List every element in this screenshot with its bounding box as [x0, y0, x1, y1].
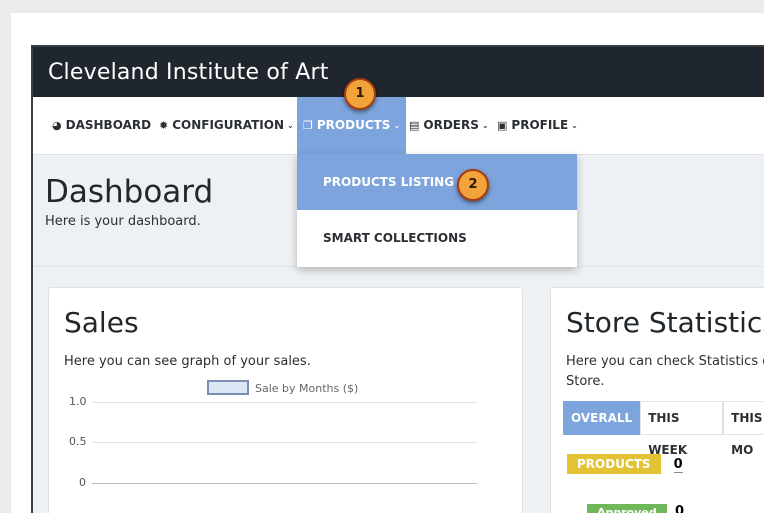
nav-profile[interactable]: ▣ PROFILE ⌄ — [497, 97, 578, 154]
chevron-down-icon: ⌄ — [481, 121, 489, 130]
gear-icon: ✹ — [159, 119, 169, 132]
products-stat: PRODUCTS 0 — [567, 453, 683, 474]
nav-profile-label: PROFILE — [511, 118, 569, 132]
nav-configuration-label: CONFIGURATION — [172, 118, 285, 132]
page-title: Dashboard — [45, 174, 214, 210]
id-card-icon: ▣ — [497, 119, 508, 132]
nav-products-label: PRODUCTS — [316, 118, 391, 132]
list-icon: ▤ — [409, 119, 420, 132]
nav-orders[interactable]: ▤ ORDERS ⌄ — [409, 97, 489, 154]
statistics-subtitle-line: Here you can check Statistics o — [566, 354, 764, 369]
box-icon: ❒ — [303, 119, 313, 132]
nav-dashboard-label: DASHBOARD — [65, 118, 152, 132]
approved-badge: Approved — [587, 504, 667, 513]
statistics-card: Store Statistics Here you can check Stat… — [550, 287, 764, 513]
y-tick-label: 1.0 — [69, 395, 87, 408]
legend-swatch — [207, 380, 249, 395]
chevron-down-icon: ⌄ — [393, 121, 401, 130]
menu-item-smart-collections[interactable]: SMART COLLECTIONS — [297, 210, 577, 266]
step-callout-1: 1 — [344, 78, 376, 110]
nav-dashboard[interactable]: ◕ DASHBOARD — [52, 97, 151, 154]
page-header: Dashboard Here is your dashboard. — [45, 174, 213, 229]
products-count[interactable]: 0 — [673, 457, 683, 473]
site-title: Cleveland Institute of Art — [48, 60, 329, 85]
main-nav: ◕ DASHBOARD ✹ CONFIGURATION ⌄ ❒ PRODUCTS ⌄ ▤ O… — [33, 97, 764, 155]
tab-this-week[interactable]: THIS WEEK — [640, 401, 724, 457]
nav-configuration[interactable]: ✹ CONFIGURATION ⌄ — [159, 97, 294, 154]
tab-this-month[interactable]: THIS MO — [723, 401, 764, 457]
statistics-tabs: OVERALL THIS WEEK THIS MO — [563, 401, 764, 457]
products-dropdown: PRODUCTS LISTING SMART COLLECTIONS — [297, 154, 577, 267]
products-badge: PRODUCTS — [567, 454, 661, 474]
chevron-down-icon: ⌄ — [571, 121, 578, 130]
statistics-subtitle: Here you can check Statistics o Store. — [566, 352, 764, 392]
topbar: Cleveland Institute of Art — [33, 47, 764, 97]
y-tick-label: 0 — [79, 476, 86, 489]
x-axis-line — [92, 483, 477, 484]
page-subtitle: Here is your dashboard. — [45, 214, 201, 229]
statistics-title: Store Statistics — [566, 306, 764, 339]
nav-orders-label: ORDERS — [423, 118, 479, 132]
chevron-down-icon: ⌄ — [287, 121, 294, 130]
sales-subtitle: Here you can see graph of your sales. — [64, 354, 311, 369]
dashboard-icon: ◕ — [52, 119, 62, 132]
gridline — [92, 402, 477, 403]
app-window: Cleveland Institute of Art ◕ DASHBOARD ✹ C… — [31, 45, 764, 513]
tab-overall[interactable]: OVERALL — [563, 401, 641, 435]
chart-legend[interactable]: Sale by Months ($) — [207, 380, 358, 395]
approved-count[interactable]: 0 — [675, 504, 684, 513]
sales-card: Sales Here you can see graph of your sal… — [48, 287, 523, 513]
y-tick-label: 0.5 — [69, 435, 87, 448]
step-callout-2: 2 — [457, 169, 489, 201]
statistics-subtitle-line: Store. — [566, 374, 605, 389]
sales-title: Sales — [64, 306, 139, 339]
gridline — [92, 442, 477, 443]
legend-label: Sale by Months ($) — [255, 382, 359, 395]
menu-item-products-listing[interactable]: PRODUCTS LISTING — [297, 154, 577, 210]
